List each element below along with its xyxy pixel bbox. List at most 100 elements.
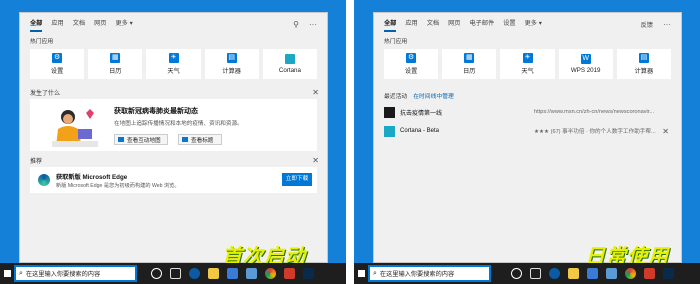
app-tile-calculator[interactable]: ▤ 计算器	[616, 49, 672, 79]
recent-header: 最近活动 在时间线中管理	[374, 87, 681, 103]
section-title-recommend: 推荐	[30, 158, 43, 165]
taskbar-search-box[interactable]: ⌕ 在这里输入你要搜索的内容	[368, 265, 491, 282]
news-card[interactable]: 获取新冠病毒肺炎最新动态 在地图上追踪传播情况和本地的疫情、资讯和资源。 查看互…	[30, 99, 317, 151]
chrome-icon[interactable]	[625, 268, 636, 279]
calendar-icon: ▦	[110, 53, 121, 63]
map-icon	[118, 137, 124, 142]
windows-icon	[357, 270, 365, 277]
store-icon[interactable]	[587, 268, 598, 279]
app-grid: ⚙ 设置 ▦ 日历 ☀ 天气 W WPS 2019 ▤ 计算器	[374, 49, 681, 79]
search-placeholder: 在这里输入你要搜索的内容	[379, 271, 455, 278]
taskbar-search-box[interactable]: ⌕ 在这里输入你要搜索的内容	[14, 265, 137, 282]
close-icon[interactable]: ✕	[312, 88, 319, 97]
view-map-button[interactable]: 查看互动地图	[114, 134, 168, 145]
app-tile-settings[interactable]: ⚙ 设置	[384, 49, 439, 79]
mail-icon[interactable]	[606, 268, 617, 279]
search-icon: ⌕	[19, 269, 23, 277]
close-icon[interactable]: ✕	[662, 127, 669, 136]
weather-icon: ☀	[522, 53, 533, 63]
photoshop-icon[interactable]	[303, 268, 314, 279]
news-description: 在地图上追踪传播情况和本地的疫情、资讯和资源。	[114, 121, 243, 127]
calculator-icon: ▤	[638, 53, 649, 63]
app-tile-settings[interactable]: ⚙ 设置	[30, 49, 85, 79]
file-explorer-icon[interactable]	[568, 268, 579, 279]
more-options-icon[interactable]: ···	[309, 20, 317, 29]
edge-icon	[38, 174, 50, 186]
search-panel-left: 全部 应用 文档 网页 更多 ▾ ⚲ ··· 热门应用 ⚙ 设置 ▦ 日历 ☀ 天气 …	[19, 12, 328, 263]
close-icon[interactable]: ✕	[312, 156, 319, 165]
recent-item[interactable]: Cortana - Beta ★★★ (67) 事半功倍 · 你的个人数字工作助…	[384, 122, 671, 140]
app-label: 设置	[50, 68, 64, 75]
app-label: 计算器	[222, 68, 241, 75]
download-button[interactable]: 立即下载	[282, 173, 312, 186]
tab-settings[interactable]: 设置	[503, 13, 515, 35]
app-label: 天气	[167, 68, 180, 75]
app-tile-wps[interactable]: W WPS 2019	[558, 49, 613, 79]
edge-icon[interactable]	[549, 268, 560, 279]
recommend-card[interactable]: 获取新版 Microsoft Edge 新版 Microsoft Edge 是您…	[30, 167, 317, 193]
tab-web[interactable]: 网页	[94, 13, 106, 35]
tab-bar: 全部 应用 文档 网页 电子邮件 设置 更多 ▾ 反馈 ···	[374, 13, 681, 35]
app-tile-weather[interactable]: ☀ 天气	[146, 49, 201, 79]
feedback-icon[interactable]: ⚲	[293, 20, 299, 29]
view-headlines-label: 查看标题	[191, 137, 214, 144]
tab-apps[interactable]: 应用	[51, 13, 63, 35]
task-view-icon[interactable]	[530, 268, 541, 279]
tab-more[interactable]: 更多 ▾	[116, 13, 133, 35]
chrome-icon[interactable]	[265, 268, 276, 279]
divider	[346, 0, 354, 284]
start-button[interactable]	[0, 263, 14, 284]
edge-icon[interactable]	[189, 268, 200, 279]
recent-label: 最近活动	[384, 93, 408, 100]
app-tile-calendar[interactable]: ▦ 日历	[442, 49, 497, 79]
tab-all[interactable]: 全部	[384, 13, 397, 35]
cortana-icon[interactable]	[151, 268, 162, 279]
app-label: 日历	[463, 68, 476, 75]
calculator-icon: ▤	[226, 53, 237, 63]
recommend-name: 获取新版 Microsoft Edge	[56, 174, 128, 181]
news-icon	[182, 137, 188, 142]
tab-bar: 全部 应用 文档 网页 更多 ▾ ⚲ ···	[20, 13, 327, 35]
app-tile-calculator[interactable]: ▤ 计算器	[204, 49, 259, 79]
tab-docs[interactable]: 文档	[427, 13, 439, 35]
cortana-icon	[284, 54, 295, 64]
recommend-description: 新版 Microsoft Edge 是您为初级而构建的 Web 浏览。	[56, 183, 180, 189]
windows-icon	[3, 270, 11, 277]
mail-icon[interactable]	[246, 268, 257, 279]
search-panel-right: 全部 应用 文档 网页 电子邮件 设置 更多 ▾ 反馈 ··· 热门应用 ⚙ 设置…	[373, 12, 682, 263]
start-button[interactable]	[354, 263, 368, 284]
recent-item-url: ★★★ (67) 事半功倍 · 你的个人数字工作助手帮...	[534, 129, 656, 135]
app-label: Cortana	[278, 67, 301, 74]
feedback-button[interactable]: 反馈	[641, 20, 653, 29]
app-tile-weather[interactable]: ☀ 天气	[500, 49, 555, 79]
recent-item-name: Cortana - Beta	[400, 128, 440, 134]
app-icon[interactable]	[644, 268, 655, 279]
tab-apps[interactable]: 应用	[405, 13, 417, 35]
app-tile-cortana[interactable]: Cortana	[262, 49, 318, 79]
recent-item-url: https://www.msn.cn/zh-cn/news/newscorona…	[534, 109, 654, 115]
news-illustration	[52, 109, 98, 147]
view-headlines-button[interactable]: 查看标题	[178, 134, 222, 145]
store-icon[interactable]	[227, 268, 238, 279]
view-map-label: 查看互动地图	[127, 137, 161, 144]
recommend-header: 推荐 ✕	[20, 153, 327, 167]
file-explorer-icon[interactable]	[208, 268, 219, 279]
cortana-icon[interactable]	[511, 268, 522, 279]
more-options-icon[interactable]: ···	[663, 20, 671, 29]
app-grid: ⚙ 设置 ▦ 日历 ☀ 天气 ▤ 计算器 Cortana	[20, 49, 327, 79]
tab-docs[interactable]: 文档	[73, 13, 85, 35]
app-tile-calendar[interactable]: ▦ 日历	[88, 49, 143, 79]
app-icon[interactable]	[284, 268, 295, 279]
recent-item[interactable]: 抗击疫情第一线 https://www.msn.cn/zh-cn/news/ne…	[384, 103, 671, 121]
search-placeholder: 在这里输入你要搜索的内容	[25, 271, 101, 278]
settings-icon: ⚙	[406, 53, 417, 63]
task-view-icon[interactable]	[170, 268, 181, 279]
timeline-link[interactable]: 在时间线中管理	[413, 91, 454, 100]
tab-all[interactable]: 全部	[30, 13, 43, 35]
photoshop-icon[interactable]	[663, 268, 674, 279]
tab-web[interactable]: 网页	[448, 13, 460, 35]
news-title: 获取新冠病毒肺炎最新动态	[114, 108, 198, 115]
tab-email[interactable]: 电子邮件	[470, 13, 495, 35]
section-title-happening: 发生了什么	[30, 90, 61, 97]
tab-more[interactable]: 更多 ▾	[525, 13, 542, 35]
